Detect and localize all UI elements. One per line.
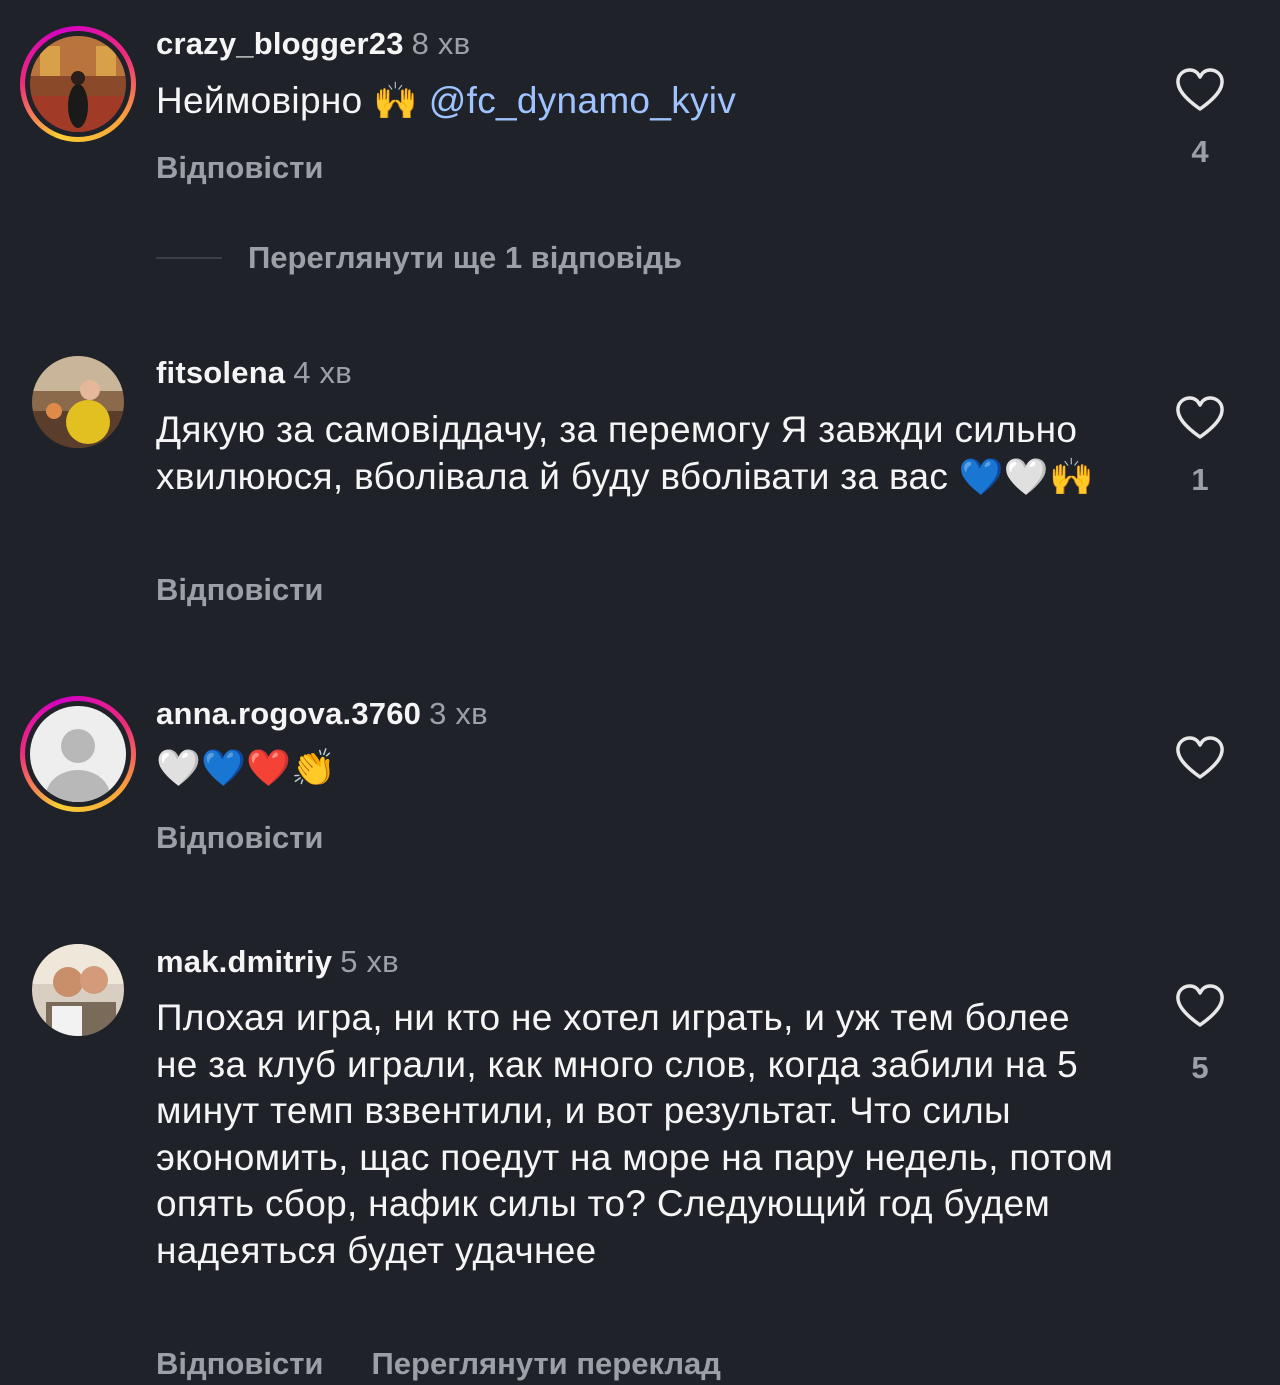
comment-text: Неймовірно 🙌 @fc_dynamo_kyiv — [156, 78, 1146, 126]
comment-username[interactable]: anna.rogova.3760 3 хв — [156, 696, 488, 732]
comment-time: 4 хв — [293, 355, 352, 390]
avatar[interactable] — [30, 706, 126, 802]
like-count: 5 — [1191, 1050, 1209, 1085]
avatar-wrap[interactable] — [20, 344, 136, 460]
comment-body: Неймовірно — [156, 80, 363, 121]
heart-outline-icon[interactable] — [1175, 984, 1225, 1028]
comment-time: 5 хв — [340, 944, 399, 979]
username-text[interactable]: fitsolena — [156, 355, 285, 390]
comment-time: 3 хв — [429, 696, 488, 731]
story-ring[interactable] — [20, 696, 136, 812]
avatar-photo — [32, 944, 124, 1036]
avatar-wrap[interactable] — [20, 932, 136, 1048]
avatar[interactable] — [30, 36, 126, 132]
heart-outline-icon[interactable] — [1175, 736, 1225, 780]
view-replies-label[interactable]: Переглянути ще 1 відповідь — [248, 240, 682, 276]
like-count: 4 — [1191, 134, 1209, 169]
comment-username[interactable]: mak.dmitriy 5 хв — [156, 944, 399, 980]
reply-button[interactable]: Відповісти — [156, 572, 324, 607]
reply-button[interactable]: Відповісти — [156, 820, 324, 855]
username-text[interactable]: crazy_blogger23 — [156, 26, 404, 61]
comment-actions: Відповісти — [156, 150, 372, 186]
story-ring[interactable] — [20, 26, 136, 142]
username-text[interactable]: anna.rogova.3760 — [156, 696, 421, 731]
like-area: 4 — [1170, 68, 1230, 170]
avatar-photo — [30, 36, 126, 132]
comment-username[interactable]: crazy_blogger23 8 хв — [156, 26, 470, 62]
heart-outline-icon[interactable] — [1175, 68, 1225, 112]
avatar-photo — [32, 356, 124, 448]
hearts-emoji: 🤍💙❤️👏 — [156, 748, 337, 789]
person-placeholder-icon — [30, 706, 126, 802]
reply-button[interactable]: Відповісти — [156, 150, 324, 185]
translate-button[interactable]: Переглянути переклад — [372, 1346, 721, 1381]
replies-divider — [156, 257, 222, 259]
like-area — [1170, 736, 1230, 780]
comment-time: 8 хв — [411, 26, 471, 61]
comment-text: Дякую за самовіддачу, за перемогу Я завж… — [156, 407, 1146, 501]
like-area: 1 — [1170, 396, 1230, 498]
comment-username[interactable]: fitsolena 4 хв — [156, 355, 352, 391]
view-replies-button[interactable]: Переглянути ще 1 відповідь — [156, 240, 682, 276]
like-count: 1 — [1191, 462, 1209, 497]
comment-actions: Відповісти Переглянути переклад — [156, 1346, 769, 1382]
mention-link[interactable]: @fc_dynamo_kyiv — [429, 80, 736, 121]
comment-body: Дякую за самовіддачу, за перемогу Я завж… — [156, 409, 1078, 497]
like-area: 5 — [1170, 984, 1230, 1086]
comment-actions: Відповісти — [156, 820, 372, 856]
comment-body: Плохая игра, ни кто не хотел играть, и у… — [156, 997, 1114, 1271]
comment-actions: Відповісти — [156, 572, 372, 608]
avatar[interactable] — [32, 944, 124, 1036]
avatar[interactable] — [32, 356, 124, 448]
username-text[interactable]: mak.dmitriy — [156, 944, 332, 979]
raising-hands-emoji: 🙌 — [373, 81, 419, 122]
reply-button[interactable]: Відповісти — [156, 1346, 324, 1381]
comment-text: 🤍💙❤️👏 — [156, 745, 1146, 793]
hearts-emoji: 💙🤍🙌 — [958, 456, 1095, 498]
comment-text: Плохая игра, ни кто не хотел играть, и у… — [156, 995, 1116, 1274]
heart-outline-icon[interactable] — [1175, 396, 1225, 440]
